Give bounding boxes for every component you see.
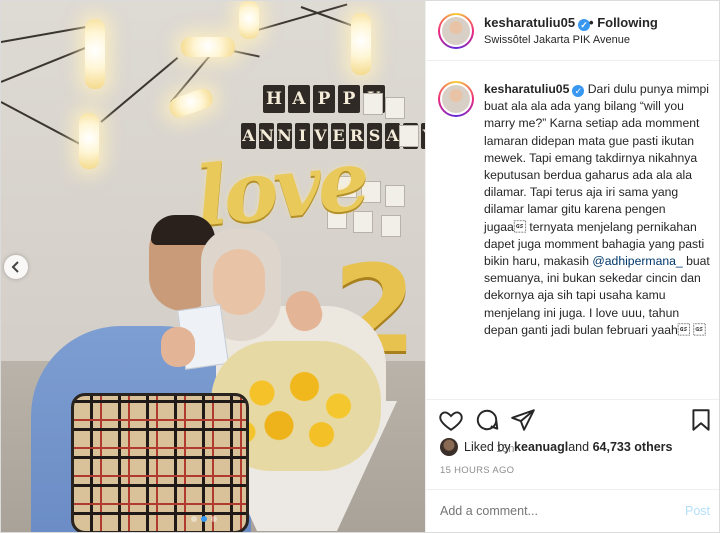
banner-letter: P <box>313 85 335 113</box>
caption-username[interactable]: kesharatuliu05 <box>484 82 569 96</box>
mention-link[interactable]: @adhipermana_ <box>592 254 682 268</box>
light-bulb <box>181 37 235 57</box>
action-bar <box>426 399 719 439</box>
likes-summary[interactable]: Liked by keanuagl and 64,733 others <box>440 438 673 456</box>
comment-icon[interactable] <box>474 407 500 433</box>
banner-letter: A <box>385 123 400 149</box>
post-photo[interactable]: HAPPY ANNIVERSARY love 2 <box>1 1 425 532</box>
avatar[interactable] <box>438 81 474 117</box>
likes-prefix: Liked by <box>464 440 511 454</box>
instagram-post: HAPPY ANNIVERSARY love 2 <box>0 0 720 533</box>
banner-letter: P <box>338 85 360 113</box>
light-bulb <box>85 19 105 89</box>
comment-box: Post <box>426 489 719 532</box>
verified-badge-icon: ✓ <box>572 85 585 97</box>
love-balloon: love <box>191 132 371 246</box>
chevron-left-icon[interactable] <box>4 255 28 279</box>
banner-letter: A <box>288 85 310 113</box>
share-icon[interactable] <box>510 407 536 433</box>
separator: • <box>589 15 594 30</box>
post-header: kesharatuliu05 ✓ • Following Swissôtel Ja… <box>426 1 719 61</box>
wall-photo <box>363 93 383 115</box>
liker-username[interactable]: keanuagl <box>514 440 568 454</box>
wall-photo <box>399 125 419 147</box>
carousel-dot <box>201 516 207 522</box>
heart-icon[interactable] <box>438 407 464 433</box>
post-button[interactable]: Post <box>685 504 710 518</box>
banner-letter: H <box>263 85 285 113</box>
username-text[interactable]: kesharatuliu05 <box>484 15 575 30</box>
wall-photo <box>381 215 401 237</box>
caption-block: kesharatuliu05 ✓ Dari dulu punya mimpi bu… <box>438 75 716 455</box>
header-username[interactable]: kesharatuliu05 ✓ <box>484 15 591 31</box>
carousel-dot <box>211 516 217 522</box>
likes-count[interactable]: 64,733 others <box>593 440 673 454</box>
follow-status[interactable]: • Following <box>589 15 658 30</box>
plaid-bag <box>71 393 249 532</box>
carousel-indicator <box>191 516 217 522</box>
comment-input[interactable] <box>440 504 660 518</box>
post-timestamp[interactable]: 15 HOURS AGO <box>440 465 514 476</box>
liker-avatar[interactable] <box>440 438 458 456</box>
banner-letter: S <box>367 123 382 149</box>
following-button[interactable]: Following <box>597 15 658 30</box>
hand <box>161 327 195 367</box>
caption-body: Dari dulu punya mimpi buat ala ala ada y… <box>484 82 710 269</box>
location-link[interactable]: Swissôtel Jakarta PIK Avenue <box>484 34 630 46</box>
carousel-dot <box>191 516 197 522</box>
caption-text: kesharatuliu05 ✓ Dari dulu punya mimpi bu… <box>484 81 710 339</box>
bookmark-icon[interactable] <box>688 407 714 433</box>
light-bulb <box>239 1 259 39</box>
wall-photo <box>385 97 405 119</box>
light-bulb <box>351 13 371 75</box>
wall-photo <box>385 185 405 207</box>
light-bulb <box>79 113 99 169</box>
likes-middle: and <box>568 440 590 454</box>
post-sidebar: kesharatuliu05 ✓ • Following Swissôtel Ja… <box>425 1 719 532</box>
man-hair <box>151 215 215 245</box>
avatar[interactable] <box>438 13 474 49</box>
